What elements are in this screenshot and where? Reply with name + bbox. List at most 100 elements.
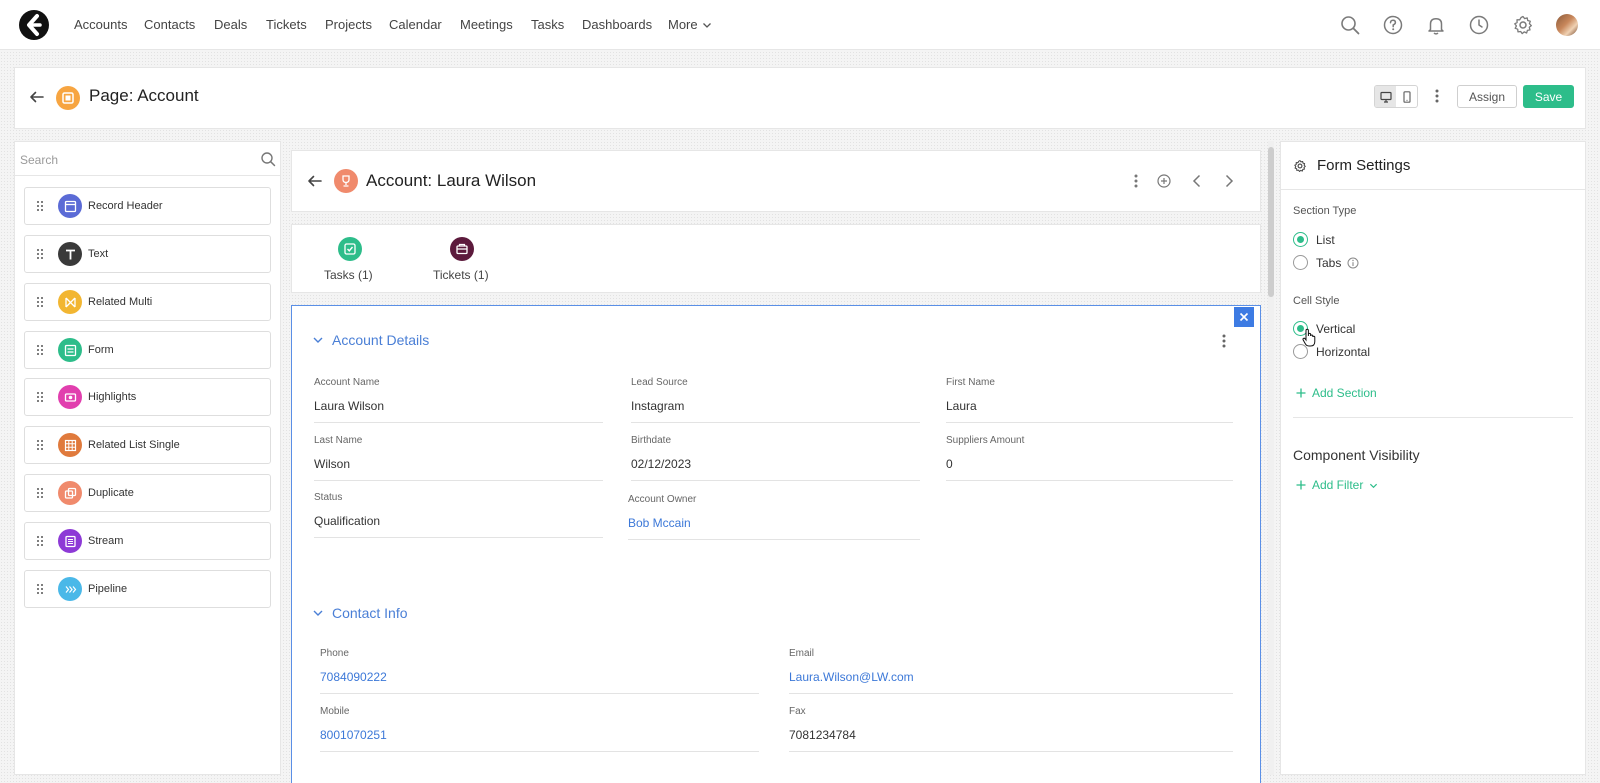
field-underline: [631, 422, 920, 423]
component-search-input[interactable]: [20, 150, 256, 170]
drag-handle-icon[interactable]: [36, 535, 44, 547]
field-value-link[interactable]: Laura.Wilson@LW.com: [789, 670, 1233, 684]
field-first-name[interactable]: First Name Laura: [946, 377, 1233, 423]
field-value-link[interactable]: 7084090222: [320, 670, 759, 684]
close-icon: [1239, 312, 1249, 322]
desktop-icon: [1379, 91, 1392, 103]
field-value: Laura Wilson: [314, 399, 385, 413]
page-more-options-icon[interactable]: [1429, 88, 1445, 104]
nav-item-tickets[interactable]: Tickets: [266, 17, 307, 32]
field-suppliers-amount[interactable]: Suppliers Amount 0: [946, 435, 1233, 481]
component-label: Duplicate: [88, 487, 134, 499]
field-account-name[interactable]: Account Name Laura Wilson: [314, 377, 603, 423]
nav-item-deals[interactable]: Deals: [214, 17, 247, 32]
chevron-right-icon[interactable]: [1220, 172, 1238, 190]
nav-item-meetings[interactable]: Meetings: [460, 17, 513, 32]
field-underline: [946, 480, 1233, 481]
app-logo[interactable]: [18, 9, 50, 41]
search-icon[interactable]: [260, 151, 276, 167]
record-back-arrow-icon[interactable]: [306, 172, 324, 190]
ticket-icon[interactable]: [450, 237, 474, 261]
field-label: Lead Source: [631, 377, 688, 388]
record-more-options-icon[interactable]: [1127, 172, 1145, 190]
stream-icon: [58, 529, 82, 553]
nav-item-tasks[interactable]: Tasks: [531, 17, 564, 32]
nav-more-menu[interactable]: More: [668, 17, 712, 32]
field-value-link[interactable]: 8001070251: [320, 728, 759, 742]
field-birthdate[interactable]: Birthdate 02/12/2023: [631, 435, 920, 481]
back-arrow-icon[interactable]: [28, 88, 46, 106]
help-icon[interactable]: [1382, 14, 1404, 36]
section-contact-info-toggle[interactable]: Contact Info: [312, 605, 408, 621]
notification-bell-icon[interactable]: [1425, 14, 1447, 36]
field-phone[interactable]: Phone 7084090222: [320, 648, 759, 694]
field-lead-source[interactable]: Lead Source Instagram: [631, 377, 920, 423]
component-related-multi[interactable]: Related Multi: [24, 283, 271, 321]
component-form[interactable]: Form: [24, 331, 271, 369]
search-icon[interactable]: [1339, 14, 1361, 36]
related-multi-icon: [58, 290, 82, 314]
cell-style-label: Cell Style: [1293, 295, 1340, 307]
add-circle-icon[interactable]: [1155, 172, 1173, 190]
component-highlights[interactable]: Highlights: [24, 378, 271, 416]
info-icon[interactable]: [1347, 257, 1359, 269]
nav-item-calendar[interactable]: Calendar: [389, 17, 442, 32]
nav-item-accounts[interactable]: Accounts: [74, 17, 127, 32]
gear-icon[interactable]: [1512, 14, 1534, 36]
chevron-left-icon[interactable]: [1188, 172, 1206, 190]
tab-tickets[interactable]: Tickets (1): [433, 268, 489, 282]
radio-label: List: [1316, 232, 1335, 247]
field-label: Mobile: [320, 706, 350, 717]
field-underline: [789, 693, 1233, 694]
page-header: [14, 67, 1586, 129]
assign-button[interactable]: Assign: [1457, 85, 1517, 108]
save-button[interactable]: Save: [1523, 85, 1574, 108]
field-fax[interactable]: Fax 7081234784: [789, 706, 1233, 752]
desktop-view-button[interactable]: [1375, 86, 1396, 107]
mobile-view-button[interactable]: [1396, 86, 1417, 107]
drag-handle-icon[interactable]: [36, 487, 44, 499]
canvas-scrollbar-thumb[interactable]: [1268, 147, 1274, 297]
drag-handle-icon[interactable]: [36, 391, 44, 403]
component-text[interactable]: Text: [24, 235, 271, 273]
component-stream[interactable]: Stream: [24, 522, 271, 560]
drag-handle-icon[interactable]: [36, 200, 44, 212]
drag-handle-icon[interactable]: [36, 583, 44, 595]
section-account-details-toggle[interactable]: Account Details: [312, 332, 429, 348]
record-title: Account: Laura Wilson: [366, 171, 537, 190]
drag-handle-icon[interactable]: [36, 344, 44, 356]
section-title: Contact Info: [332, 605, 408, 621]
remove-component-button[interactable]: [1234, 307, 1254, 327]
nav-item-dashboards[interactable]: Dashboards: [582, 17, 652, 32]
section-more-options-icon[interactable]: [1216, 333, 1232, 349]
add-filter-button[interactable]: Add Filter: [1296, 478, 1378, 492]
component-pipeline[interactable]: Pipeline: [24, 570, 271, 608]
nav-item-contacts[interactable]: Contacts: [144, 17, 195, 32]
highlights-icon: [58, 385, 82, 409]
component-record-header[interactable]: Record Header: [24, 187, 271, 225]
divider: [1280, 189, 1586, 190]
radio-section-type-tabs[interactable]: Tabs: [1293, 255, 1359, 270]
nav-item-projects[interactable]: Projects: [325, 17, 372, 32]
field-underline: [314, 422, 603, 423]
component-label: Form: [88, 344, 114, 356]
field-value-link[interactable]: Bob Mccain: [628, 516, 920, 530]
form-icon: [58, 338, 82, 362]
task-check-icon[interactable]: [338, 237, 362, 261]
field-email[interactable]: Email Laura.Wilson@LW.com: [789, 648, 1233, 694]
field-mobile[interactable]: Mobile 8001070251: [320, 706, 759, 752]
field-account-owner[interactable]: Account Owner Bob Mccain: [628, 494, 920, 540]
component-duplicate[interactable]: Duplicate: [24, 474, 271, 512]
field-status[interactable]: Status Qualification: [314, 492, 603, 538]
drag-handle-icon[interactable]: [36, 296, 44, 308]
add-section-button[interactable]: Add Section: [1296, 386, 1377, 400]
clock-icon[interactable]: [1468, 14, 1490, 36]
user-avatar[interactable]: [1556, 14, 1578, 36]
drag-handle-icon[interactable]: [36, 439, 44, 451]
component-related-list-single[interactable]: Related List Single: [24, 426, 271, 464]
component-label: Related List Single: [88, 439, 180, 451]
radio-section-type-list[interactable]: List: [1293, 232, 1335, 247]
field-last-name[interactable]: Last Name Wilson: [314, 435, 603, 481]
tab-tasks[interactable]: Tasks (1): [324, 268, 373, 282]
drag-handle-icon[interactable]: [36, 248, 44, 260]
